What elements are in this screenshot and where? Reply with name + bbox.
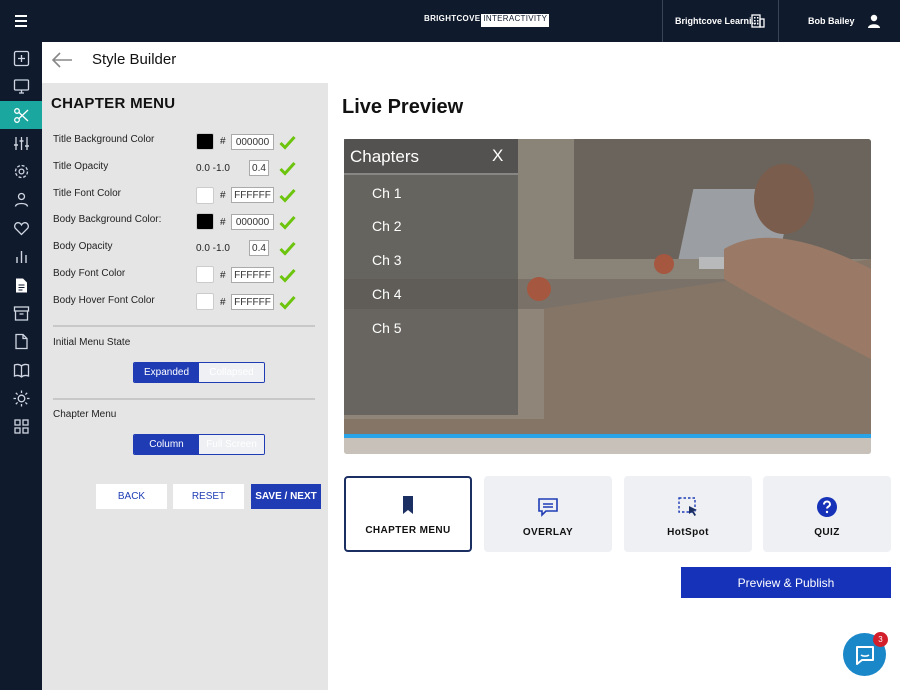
body-opacity-input[interactable]: 0.4 bbox=[249, 240, 269, 256]
body-opacity-range: 0.0 -1.0 bbox=[196, 243, 230, 254]
card-label: CHAPTER MENU bbox=[365, 525, 451, 536]
hotspot-icon bbox=[678, 497, 697, 516]
column-option[interactable]: Column bbox=[134, 435, 199, 454]
chapter-item[interactable]: Ch 1 bbox=[372, 185, 402, 201]
body-font-color-input[interactable]: FFFFFF bbox=[231, 267, 274, 283]
body-font-color-label: Body Font Color bbox=[53, 268, 126, 279]
hash-label: # bbox=[220, 270, 226, 281]
org-name: Brightcove Learni... bbox=[675, 16, 760, 26]
overlay-card[interactable]: OVERLAY bbox=[484, 476, 612, 552]
nav-user-icon[interactable] bbox=[0, 185, 42, 213]
initial-menu-state-toggle: Expanded Collapsed bbox=[133, 362, 265, 383]
nav-scissors-icon[interactable] bbox=[0, 101, 42, 129]
hash-label: # bbox=[220, 297, 226, 308]
card-label: OVERLAY bbox=[522, 527, 574, 538]
nav-gear-icon[interactable] bbox=[0, 157, 42, 185]
back-button[interactable]: BACK bbox=[96, 484, 167, 509]
nav-monitor-icon[interactable] bbox=[0, 72, 42, 100]
hamburger-menu-icon[interactable] bbox=[8, 12, 34, 30]
check-icon bbox=[279, 295, 296, 310]
title-bg-color-input[interactable]: 000000 bbox=[231, 134, 274, 150]
check-icon bbox=[279, 241, 296, 256]
quiz-icon bbox=[817, 497, 837, 517]
title-opacity-range: 0.0 -1.0 bbox=[196, 163, 230, 174]
preview-publish-button[interactable]: Preview & Publish bbox=[681, 567, 891, 598]
title-font-color-swatch[interactable] bbox=[196, 187, 214, 204]
chapter-item[interactable]: Ch 5 bbox=[372, 320, 402, 336]
title-opacity-label: Title Opacity bbox=[53, 161, 109, 172]
divider bbox=[53, 325, 315, 327]
overlay-icon bbox=[538, 498, 558, 517]
body-opacity-label: Body Opacity bbox=[53, 241, 113, 252]
user-name: Bob Bailey bbox=[808, 16, 855, 26]
nav-heart-icon[interactable] bbox=[0, 214, 42, 242]
check-icon bbox=[279, 161, 296, 176]
body-hover-font-color-label: Body Hover Font Color bbox=[53, 295, 155, 306]
body-bg-color-input[interactable]: 000000 bbox=[231, 214, 274, 230]
title-opacity-input[interactable]: 0.4 bbox=[249, 160, 269, 176]
nav-document-icon[interactable] bbox=[0, 271, 42, 299]
reset-button[interactable]: RESET bbox=[173, 484, 244, 509]
nav-add-icon[interactable] bbox=[0, 44, 42, 72]
body-bg-color-swatch[interactable] bbox=[196, 213, 214, 230]
title-bg-color-swatch[interactable] bbox=[196, 133, 214, 150]
panel-title: CHAPTER MENU bbox=[51, 95, 176, 112]
hotspot-card[interactable]: HotSpot bbox=[624, 476, 752, 552]
check-icon bbox=[279, 135, 296, 150]
nav-sliders-icon[interactable] bbox=[0, 129, 42, 157]
chapter-item[interactable]: Ch 4 bbox=[372, 286, 402, 302]
nav-bar-chart-icon[interactable] bbox=[0, 242, 42, 270]
hash-label: # bbox=[220, 217, 226, 228]
save-next-button[interactable]: SAVE / NEXT bbox=[251, 484, 321, 509]
organization-switcher[interactable]: Brightcove Learni... bbox=[662, 0, 779, 42]
check-icon bbox=[279, 188, 296, 203]
card-label: QUIZ bbox=[814, 527, 840, 538]
user-avatar-icon bbox=[868, 14, 880, 28]
nav-file-icon[interactable] bbox=[0, 327, 42, 355]
title-font-color-label: Title Font Color bbox=[53, 188, 121, 199]
body-font-color-swatch[interactable] bbox=[196, 266, 214, 283]
chat-icon bbox=[855, 645, 874, 665]
chapter-menu-card[interactable]: CHAPTER MENU bbox=[344, 476, 472, 552]
chapter-item[interactable]: Ch 2 bbox=[372, 218, 402, 234]
divider bbox=[53, 398, 315, 400]
body-hover-font-color-input[interactable]: FFFFFF bbox=[231, 294, 274, 310]
chapter-menu-label: Chapter Menu bbox=[53, 409, 117, 420]
hash-label: # bbox=[220, 136, 226, 147]
title-font-color-input[interactable]: FFFFFF bbox=[231, 187, 274, 203]
card-label: HotSpot bbox=[667, 527, 709, 538]
nav-sun-icon[interactable] bbox=[0, 384, 42, 412]
live-preview-title: Live Preview bbox=[342, 96, 464, 118]
full-screen-option[interactable]: Full Screen bbox=[199, 435, 264, 454]
nav-grid-icon[interactable] bbox=[0, 412, 42, 440]
initial-menu-state-label: Initial Menu State bbox=[53, 337, 131, 348]
chapter-menu-layout-toggle: Column Full Screen bbox=[133, 434, 265, 455]
back-arrow-icon[interactable] bbox=[50, 50, 74, 70]
notification-badge: 3 bbox=[873, 632, 888, 647]
check-icon bbox=[279, 268, 296, 283]
user-menu[interactable]: Bob Bailey bbox=[780, 0, 900, 42]
hash-label: # bbox=[220, 190, 226, 201]
expanded-option[interactable]: Expanded bbox=[134, 363, 199, 382]
chapter-menu-title: Chapters bbox=[350, 147, 419, 166]
title-bg-color-label: Title Background Color bbox=[53, 134, 155, 145]
page-title: Style Builder bbox=[92, 51, 177, 68]
chapter-item[interactable]: Ch 3 bbox=[372, 252, 402, 268]
check-icon bbox=[279, 215, 296, 230]
body-bg-color-label: Body Background Color: bbox=[53, 214, 162, 225]
collapsed-option[interactable]: Collapsed bbox=[199, 363, 264, 382]
bookmark-icon bbox=[403, 496, 413, 514]
brand-logo: BRIGHTCOVE INTERACTIVITY bbox=[424, 14, 550, 27]
building-icon bbox=[751, 14, 765, 28]
body-hover-font-color-swatch[interactable] bbox=[196, 293, 214, 310]
nav-archive-icon[interactable] bbox=[0, 299, 42, 327]
video-controls-bar bbox=[344, 438, 871, 454]
nav-book-icon[interactable] bbox=[0, 356, 42, 384]
chapter-menu-overlay bbox=[344, 139, 518, 415]
quiz-card[interactable]: QUIZ bbox=[763, 476, 891, 552]
chapter-menu-close-button[interactable]: X bbox=[492, 146, 503, 166]
side-nav bbox=[0, 42, 42, 690]
